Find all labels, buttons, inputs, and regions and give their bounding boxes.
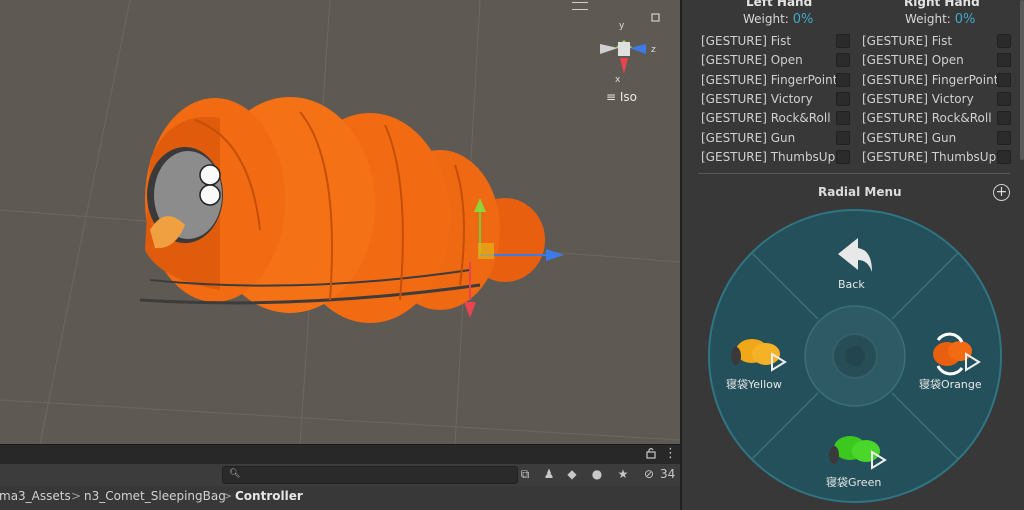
search-icon: 🔍︎	[229, 469, 241, 479]
left-gesture-label: [GESTURE] Open	[701, 53, 803, 67]
breadcrumb: ma3_Assets > n3_Comet_SleepingBag > Cont…	[0, 486, 680, 510]
right-gesture-checkbox[interactable]	[997, 53, 1011, 67]
radial-back-label[interactable]: Back	[838, 278, 865, 291]
left-gesture-checkbox[interactable]	[836, 92, 850, 106]
project-window-header	[0, 444, 680, 465]
tag-icon[interactable]: ◆	[563, 466, 581, 482]
breadcrumb-separator: >	[222, 489, 233, 503]
project-search-input[interactable]: 🔍︎	[222, 466, 518, 484]
left-gesture-checkbox[interactable]	[836, 111, 850, 125]
right-gesture-checkbox[interactable]	[997, 131, 1011, 145]
left-gesture-label: [GESTURE] Victory	[701, 92, 813, 106]
hidden-eye-icon[interactable]: ⊘	[640, 466, 658, 482]
left-gesture-label: [GESTURE] ThumbsUp	[701, 150, 836, 164]
left-gesture-label: [GESTURE] Gun	[701, 131, 796, 145]
warning-icon[interactable]: ●	[588, 466, 606, 482]
gizmo-axis-x: x	[615, 75, 621, 85]
right-weight-value: 0%	[954, 12, 976, 27]
favorites-star-icon[interactable]: ★	[614, 466, 632, 482]
radial-menu[interactable]	[700, 208, 1010, 508]
right-hand-title: Right Hand	[904, 0, 980, 9]
scene-canvas[interactable]: y z x	[0, 0, 680, 444]
left-hand-title: Left Hand	[746, 0, 813, 9]
left-gesture-checkbox[interactable]	[836, 53, 850, 67]
right-gesture-label: [GESTURE] Open	[862, 53, 964, 67]
scene-menu-icon[interactable]	[572, 2, 588, 10]
radial-menu-title: Radial Menu	[818, 185, 902, 199]
breadcrumb-current[interactable]: Controller	[235, 487, 303, 505]
right-gesture-label: [GESTURE] Gun	[862, 131, 957, 145]
right-gesture-checkbox[interactable]	[997, 150, 1011, 164]
right-gesture-label: [GESTURE] Rock&Roll	[862, 111, 992, 125]
left-weight: Weight: 0%	[743, 12, 813, 27]
projection-label: Iso	[619, 90, 638, 104]
right-gesture-checkbox[interactable]	[997, 73, 1011, 87]
right-weight: Weight: 0%	[905, 12, 975, 27]
breadcrumb-item[interactable]: ma3_Assets	[0, 487, 71, 505]
left-weight-label: Weight:	[743, 12, 789, 26]
left-gesture-checkbox[interactable]	[836, 150, 850, 164]
hidden-count: 34	[660, 467, 676, 481]
search-by-type-icon[interactable]: ⧉	[516, 466, 534, 482]
left-gesture-label: [GESTURE] Rock&Roll	[701, 111, 831, 125]
left-gesture-label: [GESTURE] Fist	[701, 34, 792, 48]
left-gesture-label: [GESTURE] FingerPoint	[701, 73, 838, 87]
right-gesture-checkbox[interactable]	[997, 92, 1011, 106]
right-gesture-checkbox[interactable]	[997, 111, 1011, 125]
orientation-gizmo[interactable]	[600, 13, 660, 74]
gizmo-axis-z: z	[651, 45, 656, 55]
section-divider	[698, 173, 1010, 174]
right-gesture-label: [GESTURE] Fist	[862, 34, 953, 48]
left-gesture-checkbox[interactable]	[836, 73, 850, 87]
panel-scrollbar[interactable]	[1020, 0, 1024, 160]
left-gesture-checkbox[interactable]	[836, 131, 850, 145]
filter-by-label-icon[interactable]: ♟	[540, 466, 558, 482]
breadcrumb-separator: >	[71, 489, 82, 503]
right-gesture-checkbox[interactable]	[997, 34, 1011, 48]
right-gesture-label: [GESTURE] ThumbsUp	[862, 150, 997, 164]
list-icon: ≡	[606, 90, 617, 104]
projection-toggle[interactable]: ≡ Iso	[606, 90, 637, 104]
radial-item-label[interactable]: 寝袋Yellow	[726, 376, 782, 392]
radial-item-label[interactable]: 寝袋Orange	[919, 376, 982, 392]
more-options-icon[interactable]: ⋮	[664, 446, 677, 461]
gizmo-axis-y: y	[619, 21, 625, 31]
left-weight-value: 0%	[792, 12, 814, 27]
breadcrumb-item[interactable]: n3_Comet_SleepingBag	[84, 487, 226, 505]
add-button[interactable]: +	[993, 184, 1010, 201]
right-gesture-label: [GESTURE] Victory	[862, 92, 974, 106]
lock-icon[interactable]	[646, 447, 656, 459]
right-weight-label: Weight:	[905, 12, 951, 26]
right-gesture-label: [GESTURE] FingerPoint	[862, 73, 999, 87]
left-gesture-checkbox[interactable]	[836, 34, 850, 48]
radial-item-label[interactable]: 寝袋Green	[826, 474, 881, 490]
scene-view[interactable]: y z x ≡ Iso	[0, 0, 680, 444]
